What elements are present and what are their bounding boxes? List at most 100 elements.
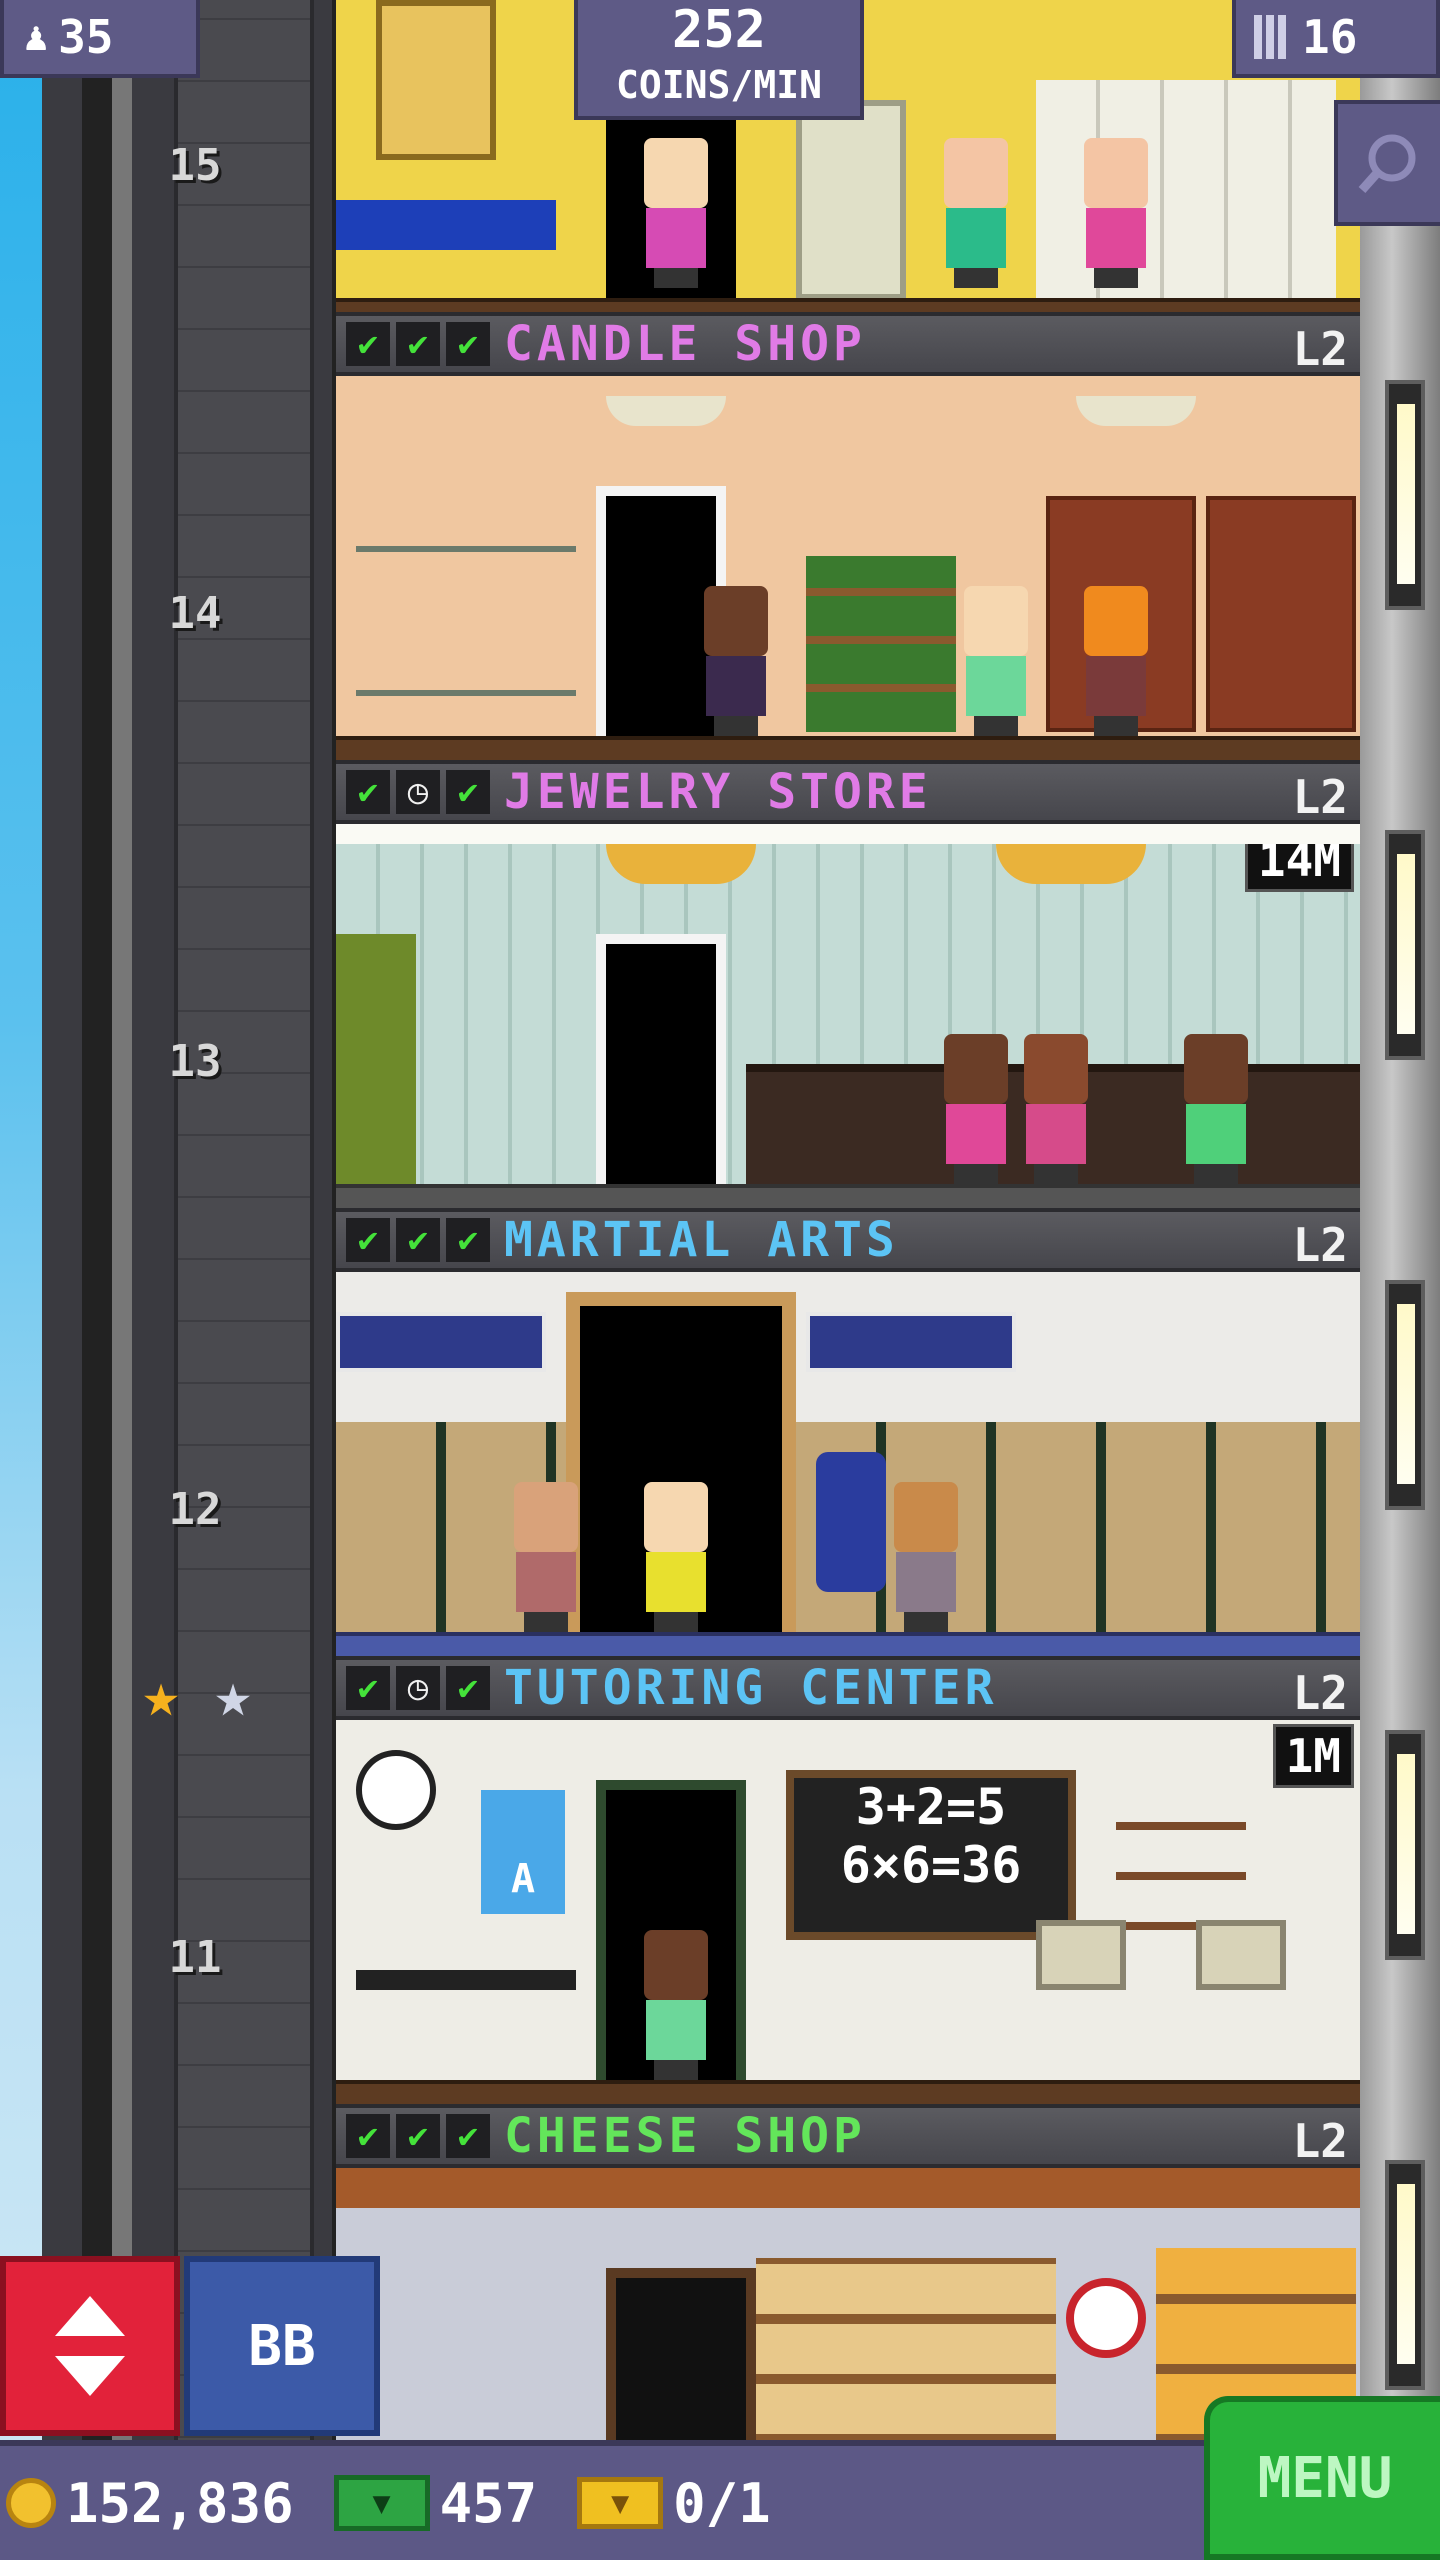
customer-person[interactable] [636, 1930, 716, 2080]
coins-value: 152,836 [66, 2471, 294, 2535]
coin-icon [6, 2478, 56, 2528]
floor-candle-shop[interactable]: ✔ ✔ ✔ CANDLE SHOP L2 [336, 312, 1360, 760]
elevator-shaft [42, 0, 332, 2560]
coins-per-min-display: 252 COINS/MIN [574, 0, 864, 120]
computer-monitor [1036, 1920, 1126, 1990]
check-icon: ✔ [396, 1218, 440, 1262]
wall-clock-icon [356, 1750, 436, 1830]
shaft-rail [82, 0, 112, 2560]
bux-value: 457 [439, 2471, 538, 2535]
floor-level: L2 [1292, 1666, 1348, 1720]
apple-poster: A [481, 1790, 565, 1914]
elevator-button[interactable] [0, 2256, 180, 2436]
floors-counter[interactable]: 16 [1232, 0, 1440, 78]
magnifier-icon [1358, 134, 1416, 193]
floors-value: 16 [1302, 10, 1358, 64]
candle-shop-room [336, 376, 1360, 760]
restock-timer-badge: 1M [1272, 1724, 1354, 1788]
floor-number: 11 [168, 1932, 222, 1983]
window [1385, 830, 1425, 1060]
population-counter[interactable]: ♟ 35 [0, 0, 200, 78]
floor-header: ✔ ◷ ✔ JEWELRY STORE L2 [336, 760, 1360, 824]
cheese-shop-room [336, 2168, 1360, 2444]
floor-title: CHEESE SHOP [504, 2108, 866, 2164]
floor-martial-arts[interactable]: ✔ ✔ ✔ MARTIAL ARTS L2 [336, 1208, 1360, 1656]
customer-person[interactable] [506, 1482, 586, 1632]
gold-star-icon: ★ [142, 1658, 180, 1731]
silver-star-icon: ★ [214, 1658, 252, 1731]
arcade-machine [796, 100, 906, 300]
floor-number: 15 [168, 140, 222, 191]
ticket-icon: ▼ [577, 2477, 664, 2529]
computer-monitor [1196, 1920, 1286, 1990]
coins-balance[interactable]: 152,836 [6, 2472, 294, 2535]
worker-person[interactable] [886, 1482, 966, 1632]
shop-door [606, 2268, 756, 2444]
candle-shelf [1206, 496, 1356, 732]
floor-header: ✔ ✔ ✔ CHEESE SHOP L2 [336, 2104, 1360, 2168]
ceiling-lamp [606, 396, 726, 426]
check-icon: ✔ [446, 770, 490, 814]
check-icon: ✔ [446, 322, 490, 366]
floor-title: MARTIAL ARTS [504, 1212, 899, 1268]
resident-person[interactable] [936, 138, 1016, 288]
customer-person[interactable] [936, 1034, 1016, 1184]
search-button[interactable] [1334, 100, 1440, 226]
resident-person[interactable] [636, 138, 716, 288]
cheese-shelf [756, 2258, 1056, 2444]
ceiling-lamp [1076, 396, 1196, 426]
floor-header: ✔ ✔ ✔ MARTIAL ARTS L2 [336, 1208, 1360, 1272]
floor-number: 13 [168, 1036, 222, 1087]
status-checks: ✔ ✔ ✔ [346, 1218, 490, 1262]
coins-per-min-value: 252 [672, 0, 766, 60]
bux-balance[interactable]: ▼ 457 [333, 2471, 538, 2535]
floor-header: ✔ ◷ ✔ TUTORING CENTER L2 [336, 1656, 1360, 1720]
floor-level: L2 [1292, 1218, 1348, 1272]
potted-plant [336, 934, 416, 1184]
population-value: 35 [58, 10, 114, 64]
status-checks: ✔ ◷ ✔ [346, 1666, 490, 1710]
customer-person[interactable] [696, 586, 776, 736]
resident-person[interactable] [1076, 138, 1156, 288]
ceiling-beam [336, 2168, 1360, 2208]
floor-title: TUTORING CENTER [504, 1660, 998, 1716]
punching-bag [816, 1452, 886, 1592]
shop-door [596, 934, 726, 1184]
sky-background [0, 0, 42, 2560]
chandelier [606, 844, 756, 884]
martial-arts-room [336, 1272, 1360, 1656]
check-icon: ✔ [446, 1666, 490, 1710]
person-icon: ♟ [24, 14, 49, 60]
customer-person[interactable] [636, 1482, 716, 1632]
up-down-arrows-icon [55, 2296, 125, 2396]
banner-sign [336, 1312, 546, 1372]
chandelier [996, 844, 1146, 884]
tickets-value: 0/1 [673, 2471, 771, 2535]
floor-title: JEWELRY STORE [504, 764, 932, 820]
check-icon: ✔ [346, 1218, 390, 1262]
check-icon: ✔ [346, 1666, 390, 1710]
jewelry-store-room: 14M [336, 824, 1360, 1208]
customer-person[interactable] [956, 586, 1036, 736]
coins-per-min-unit: COINS/MIN [616, 63, 822, 107]
clock-icon: ◷ [396, 770, 440, 814]
floor-tutoring-center[interactable]: ✔ ◷ ✔ TUTORING CENTER L2 1M A 3+2=5 6×6=… [336, 1656, 1360, 2104]
menu-button[interactable]: MENU [1204, 2396, 1440, 2560]
tickets-balance[interactable]: ▼ 0/1 [577, 2472, 771, 2535]
window [1385, 2160, 1425, 2390]
floor-jewelry-store[interactable]: ✔ ◷ ✔ JEWELRY STORE L2 14M [336, 760, 1360, 1208]
worker-person[interactable] [1176, 1034, 1256, 1184]
floor-cheese-shop[interactable]: ✔ ✔ ✔ CHEESE SHOP L2 [336, 2104, 1360, 2444]
status-checks: ✔ ◷ ✔ [346, 770, 490, 814]
banner-sign [806, 1312, 1016, 1372]
desk [356, 1970, 576, 1990]
customer-person[interactable] [1016, 1034, 1096, 1184]
floor-level: L2 [1292, 322, 1348, 376]
worker-person[interactable] [1076, 586, 1156, 736]
bitbook-button[interactable]: BB [184, 2256, 380, 2436]
display-shelf [356, 546, 576, 696]
window [1385, 380, 1425, 610]
window [1385, 1280, 1425, 1510]
no-smoking-sign-icon [1066, 2278, 1146, 2358]
candle-rack [806, 556, 956, 732]
